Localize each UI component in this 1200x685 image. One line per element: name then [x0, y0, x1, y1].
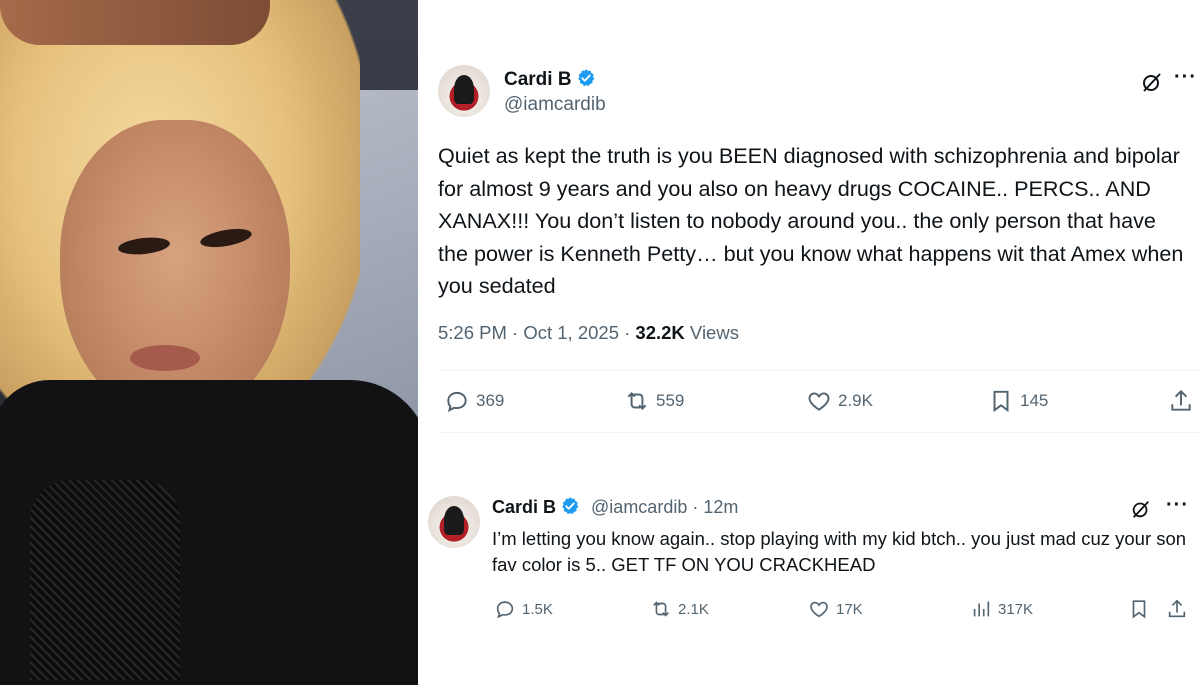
reply-icon	[496, 601, 514, 619]
repost-icon	[653, 601, 669, 617]
profile-photo	[0, 0, 418, 685]
verified-badge-icon	[577, 69, 594, 87]
bookmark-count: 145	[1020, 391, 1049, 410]
more-icon[interactable]: ···	[1166, 494, 1189, 517]
share-button[interactable]	[1166, 598, 1188, 620]
reply-button[interactable]: 1.5K	[494, 598, 553, 620]
bookmark-button[interactable]	[1128, 598, 1150, 620]
author-name[interactable]: Cardi B	[492, 497, 556, 517]
more-icon[interactable]: ···	[1174, 66, 1197, 89]
bookmark-button[interactable]: 145	[988, 388, 1048, 414]
views-icon	[973, 601, 990, 617]
tweet-timestamp[interactable]: 5:26 PM · Oct 1, 2025 ·	[438, 322, 635, 343]
bookmark-icon	[1132, 600, 1146, 619]
like-button[interactable]: 17K	[808, 598, 863, 620]
reply-count: 1.5K	[522, 600, 553, 618]
avatar[interactable]	[428, 496, 480, 548]
face	[60, 120, 290, 420]
repost-button[interactable]: 2.1K	[650, 598, 709, 620]
repost-button[interactable]: 559	[624, 388, 684, 414]
tweet-age[interactable]: 12m	[703, 497, 738, 517]
grok-icon[interactable]	[1130, 498, 1152, 525]
divider	[438, 432, 1200, 433]
mesh-panel	[30, 480, 180, 680]
verified-badge-icon	[562, 497, 579, 515]
repost-count: 2.1K	[678, 600, 709, 618]
author-name[interactable]: Cardi B	[504, 69, 572, 90]
repost-icon	[627, 392, 647, 410]
author-name-row: Cardi B	[504, 68, 596, 91]
like-count: 17K	[836, 600, 863, 618]
share-icon	[1171, 389, 1191, 411]
bookmark-icon	[993, 390, 1009, 413]
author-handle[interactable]: @iamcardib	[591, 497, 687, 517]
reply-icon	[447, 391, 467, 413]
views-label: Views	[684, 322, 739, 343]
lips	[130, 345, 200, 371]
tweet-meta: 5:26 PM · Oct 1, 2025 · 32.2K Views	[438, 322, 739, 344]
hand	[0, 0, 270, 45]
avatar[interactable]	[438, 65, 490, 117]
author-handle[interactable]: @iamcardib	[504, 94, 606, 116]
reply-button[interactable]: 369	[444, 388, 504, 414]
separator: ·	[692, 497, 699, 517]
views-button[interactable]: 317K	[970, 598, 1033, 620]
tweet-text: I’m letting you know again.. stop playin…	[492, 528, 1187, 575]
share-icon	[1168, 599, 1186, 618]
divider	[438, 370, 1200, 371]
repost-count: 559	[656, 391, 685, 410]
like-button[interactable]: 2.9K	[806, 388, 873, 414]
tweet-text: Quiet as kept the truth is you BEEN diag…	[438, 143, 1184, 298]
views-count: 32.2K	[635, 322, 685, 343]
like-count: 2.9K	[838, 391, 873, 410]
views-count: 317K	[998, 600, 1034, 618]
share-button[interactable]	[1168, 388, 1194, 414]
like-icon	[810, 601, 828, 618]
tweet-header: Cardi B @iamcardib · 12m	[492, 496, 738, 518]
reply-count: 369	[476, 391, 505, 410]
grok-icon[interactable]	[1140, 70, 1164, 99]
main-tweet: Cardi B @iamcardib ··· Quiet as kept the…	[418, 0, 1200, 440]
like-icon	[808, 392, 830, 411]
reply-tweet: Cardi B @iamcardib · 12m ··· I’m letting…	[418, 440, 1200, 685]
